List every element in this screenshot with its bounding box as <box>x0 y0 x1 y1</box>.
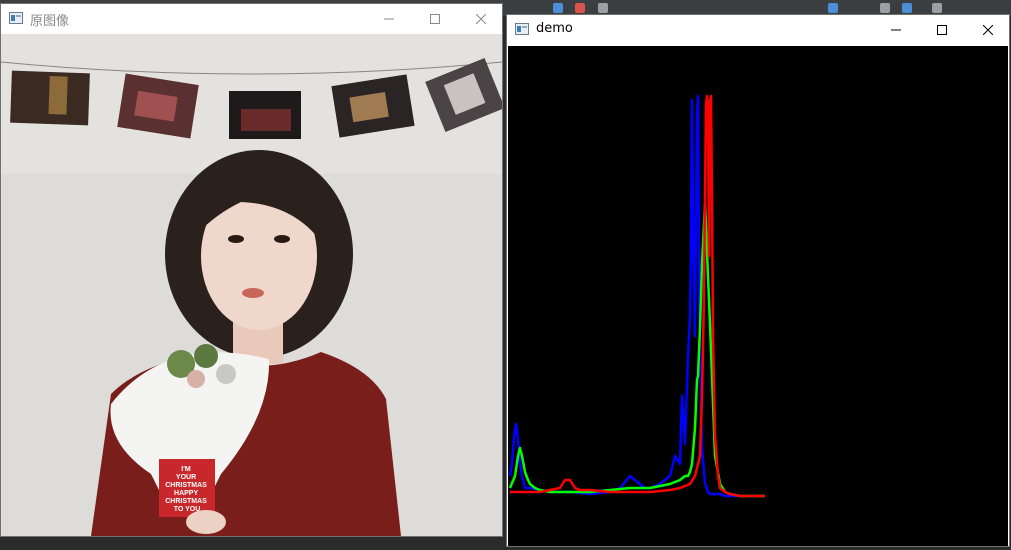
histogram-background <box>508 46 1008 546</box>
demo-window-title: demo <box>536 21 573 36</box>
minimize-button[interactable] <box>366 4 412 34</box>
close-button[interactable] <box>458 4 504 34</box>
card-caption-line: CHRISTMAS <box>165 482 207 489</box>
maximize-icon <box>430 14 440 24</box>
indent-icon <box>902 3 912 13</box>
card-caption-line: CHRISTMAS <box>165 498 207 505</box>
minimize-icon <box>891 29 901 31</box>
histogram-canvas <box>508 46 1008 546</box>
cursor-icon <box>828 3 838 13</box>
window-app-icon <box>515 23 529 35</box>
window-app-icon <box>9 12 23 24</box>
box-icon <box>932 3 942 13</box>
minimize-icon <box>384 18 394 20</box>
hanging-photo <box>10 70 90 126</box>
original-image-titlebar[interactable]: 原图像 <box>1 4 502 34</box>
minimize-button[interactable] <box>873 15 919 45</box>
card-caption-line: YOUR <box>176 474 196 481</box>
maximize-button[interactable] <box>412 4 458 34</box>
close-icon <box>476 14 486 24</box>
maximize-icon <box>937 25 947 35</box>
card-caption-line: I'M <box>181 466 191 473</box>
original-image-window[interactable]: 原图像 I'M YOUR CHRISTMAS HAPPY CHRISTMAS T… <box>0 3 503 537</box>
photo-illustration: I'M YOUR CHRISTMAS HAPPY CHRISTMAS TO YO… <box>1 34 502 536</box>
undo-icon <box>598 3 608 13</box>
close-button[interactable] <box>965 15 1011 45</box>
histogram-chart <box>508 46 1008 546</box>
hanging-photo <box>229 91 301 139</box>
maximize-button[interactable] <box>919 15 965 45</box>
original-image-window-title: 原图像 <box>30 14 70 29</box>
card-caption-line: HAPPY <box>174 490 198 497</box>
original-image-canvas: I'M YOUR CHRISTMAS HAPPY CHRISTMAS TO YO… <box>1 34 502 536</box>
close-icon <box>983 25 993 35</box>
pause-icon <box>553 3 563 13</box>
demo-window[interactable]: demo <box>506 14 1010 547</box>
list-icon <box>880 3 890 13</box>
demo-titlebar[interactable]: demo <box>507 15 1009 45</box>
stop-icon <box>575 3 585 13</box>
hanging-photo <box>117 73 199 139</box>
